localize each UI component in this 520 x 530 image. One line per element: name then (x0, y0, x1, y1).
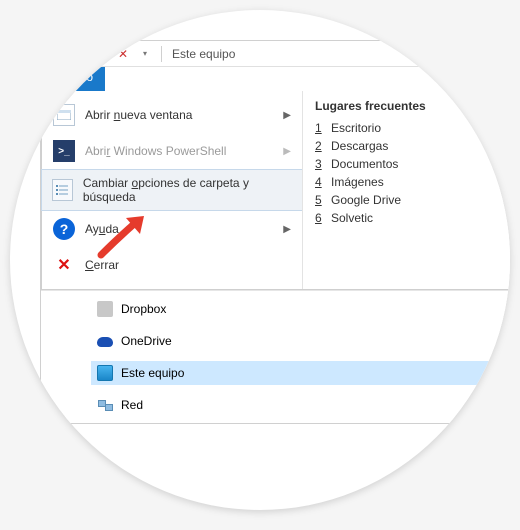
window-icon (53, 104, 75, 126)
tree-item-this-pc[interactable]: Este equipo (91, 361, 510, 385)
separator (161, 46, 162, 62)
frequent-place[interactable]: 2Descargas (315, 137, 510, 155)
frequent-place[interactable]: 4Imágenes (315, 173, 510, 191)
menu-label: Ayuda (85, 222, 119, 236)
menu-powershell: >_ Abrir Windows PowerShell ▶ (42, 133, 302, 169)
frequent-place[interactable]: 1Escritorio (315, 119, 510, 137)
close-icon: ✕ (53, 254, 75, 276)
file-explorer-window: ↶ ↷ ☑ ✕ ▾ Este equipo Archivo Abrir nuev… (40, 40, 510, 424)
onedrive-icon (97, 333, 113, 349)
submenu-arrow-icon: ▶ (283, 110, 291, 121)
tree-item-network[interactable]: Red (91, 393, 510, 417)
delete-icon[interactable]: ✕ (113, 44, 133, 64)
tree-label: Red (121, 398, 143, 412)
network-icon (97, 397, 113, 413)
submenu-arrow-icon: ▶ (283, 146, 291, 157)
tree-label: Dropbox (121, 302, 166, 316)
undo-icon[interactable]: ↶ (47, 44, 67, 64)
qat-dropdown-icon[interactable]: ▾ (135, 44, 155, 64)
frequent-place[interactable]: 3Documentos (315, 155, 510, 173)
file-tab[interactable]: Archivo (41, 67, 105, 91)
redo-icon[interactable]: ↷ (69, 44, 89, 64)
window-title: Este equipo (172, 47, 235, 61)
submenu-arrow-icon: ▶ (283, 224, 291, 235)
tree-item-dropbox[interactable]: Dropbox (91, 297, 510, 321)
menu-label: Cerrar (85, 258, 119, 272)
tree-label: OneDrive (121, 334, 172, 348)
quick-access-toolbar: ↶ ↷ ☑ ✕ ▾ Este equipo (41, 41, 510, 67)
menu-label: Abrir Windows PowerShell (85, 144, 226, 158)
frequent-place[interactable]: 5Google Drive (315, 191, 510, 209)
menu-folder-options[interactable]: Cambiar opciones de carpeta y búsqueda (41, 169, 303, 211)
navigation-tree: Dropbox OneDrive Este equipo Red (41, 290, 510, 423)
options-icon (52, 179, 73, 201)
menu-close[interactable]: ✕ Cerrar (42, 247, 302, 283)
viewport-mask: ↶ ↷ ☑ ✕ ▾ Este equipo Archivo Abrir nuev… (10, 10, 510, 510)
file-menu-panel: Abrir nueva ventana ▶ >_ Abrir Windows P… (41, 91, 510, 290)
powershell-icon: >_ (53, 140, 75, 162)
ribbon-tabs: Archivo (41, 67, 510, 91)
frequent-place[interactable]: 6Solvetic (315, 209, 510, 227)
help-icon: ? (53, 218, 75, 240)
tree-label: Este equipo (121, 366, 184, 380)
pc-icon (97, 365, 113, 381)
file-menu-left: Abrir nueva ventana ▶ >_ Abrir Windows P… (42, 91, 302, 289)
menu-label: Abrir nueva ventana (85, 108, 192, 122)
dropbox-icon (97, 301, 113, 317)
menu-new-window[interactable]: Abrir nueva ventana ▶ (42, 97, 302, 133)
file-menu-right: Lugares frecuentes 1Escritorio 2Descarga… (302, 91, 510, 289)
tree-item-onedrive[interactable]: OneDrive (91, 329, 510, 353)
menu-help[interactable]: ? Ayuda ▶ (42, 211, 302, 247)
frequent-heading: Lugares frecuentes (315, 99, 510, 113)
checkbox-icon[interactable]: ☑ (91, 44, 111, 64)
menu-label: Cambiar opciones de carpeta y búsqueda (83, 176, 292, 204)
